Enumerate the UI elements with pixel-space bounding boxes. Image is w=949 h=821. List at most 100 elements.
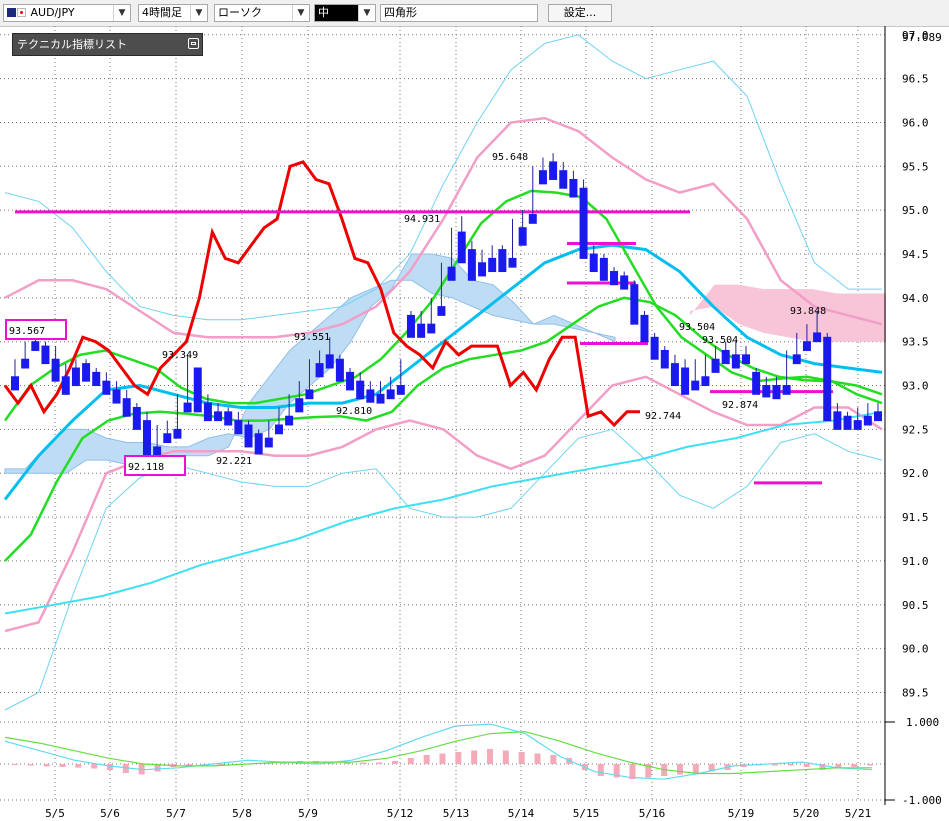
chevron-down-icon[interactable]: ▼	[113, 5, 130, 21]
candle-down	[203, 402, 212, 422]
y-tick-label: 92.0	[902, 467, 929, 480]
symbol-select[interactable]: AUD/JPY ▼	[3, 4, 131, 22]
candle-down	[843, 415, 852, 430]
price-label: 92.874	[722, 400, 758, 411]
candle-down	[498, 249, 507, 273]
candle-down	[579, 187, 588, 259]
y-tick-label: 95.5	[902, 160, 929, 173]
y-tick-label: 92.5	[902, 423, 929, 436]
timeframe-select[interactable]: 4時間足 ▼	[138, 4, 208, 22]
price-label: 93.848	[790, 306, 826, 317]
indicator-lines	[3, 160, 883, 615]
y-tick-label: 93.0	[902, 380, 929, 393]
candle-down	[630, 284, 639, 325]
macd-histogram-bar	[534, 753, 541, 764]
x-tick-label: 5/8	[232, 807, 252, 820]
x-tick-label: 5/19	[728, 807, 755, 820]
price-labels: 93.567 93.349 92.118 92.221 93.551 92.810 94.9…	[5, 152, 826, 476]
candle-down	[792, 354, 801, 365]
y-tick-label: 94.0	[902, 292, 929, 305]
macd-histogram-bar	[803, 764, 810, 767]
shape-select[interactable]: 四角形	[380, 4, 538, 22]
candle-down	[538, 170, 547, 185]
candle-down	[427, 323, 436, 334]
candle-down	[752, 371, 761, 395]
macd-histogram-bar	[107, 764, 113, 770]
candle-down	[61, 376, 70, 395]
price-label: 92.810	[336, 406, 372, 417]
x-tick-label: 5/13	[443, 807, 470, 820]
line-width-select[interactable]: 中 ▼	[314, 4, 376, 22]
chart-style-select[interactable]: ローソク ▼	[214, 4, 310, 22]
line-width-label: 中	[318, 6, 329, 19]
candle-down	[183, 402, 192, 413]
timeframe-label: 4時間足	[142, 6, 182, 19]
candle-down	[386, 389, 395, 400]
price-label: 94.931	[404, 214, 440, 225]
candle-down	[488, 257, 497, 273]
macd-histogram-bar	[471, 750, 478, 764]
y-tick-label: 90.5	[902, 599, 929, 612]
macd-histogram-bar	[677, 764, 683, 775]
candle-down	[11, 376, 19, 391]
x-tick-label: 5/20	[793, 807, 820, 820]
chevron-down-icon[interactable]: ▼	[292, 5, 309, 21]
candle-down	[731, 354, 740, 369]
shape-label: 四角形	[384, 6, 417, 19]
candle-down	[437, 306, 446, 316]
candle-down	[853, 420, 862, 430]
macd-histogram-bar	[376, 762, 383, 764]
candle-down	[762, 385, 771, 398]
macd-panel: 1.000 -1.000	[0, 716, 942, 807]
indicator-list-panel[interactable]: テクニカル指標リスト	[12, 33, 203, 56]
candle-down	[782, 385, 791, 395]
y-tick-label: 94.5	[902, 248, 929, 261]
macd-histogram-bar	[455, 752, 462, 764]
candle-down	[701, 376, 710, 387]
macd-histogram-bar	[407, 758, 414, 764]
y-tick-label: 89.5	[902, 686, 929, 699]
macd-histogram-bar	[550, 755, 557, 764]
candle-down	[193, 367, 202, 413]
minimize-icon[interactable]	[188, 38, 199, 49]
chevron-down-icon[interactable]: ▼	[358, 5, 375, 21]
x-tick-label: 5/6	[100, 807, 120, 820]
candle-down	[366, 389, 375, 403]
price-label: 93.349	[162, 350, 198, 361]
y-tick-label: 93.5	[902, 336, 929, 349]
macd-histogram-bar	[360, 762, 367, 764]
chevron-down-icon[interactable]: ▼	[190, 5, 207, 21]
y-tick-label: 91.0	[902, 555, 929, 568]
macd-histogram-bar	[851, 764, 858, 767]
macd-histogram-bar	[91, 764, 98, 769]
candle-down	[234, 420, 243, 435]
price-label: 95.648	[492, 152, 528, 163]
macd-histogram-bar	[59, 764, 66, 767]
macd-histogram-bar	[518, 752, 525, 764]
macd-histogram-bar	[186, 764, 193, 766]
australia-flag-icon	[7, 8, 16, 17]
candle-down	[569, 178, 578, 198]
candle-down	[457, 231, 466, 264]
price-label: 93.551	[294, 332, 330, 343]
price-label: 93.504	[702, 335, 738, 346]
candle-down	[589, 253, 598, 273]
candle-down	[478, 262, 487, 277]
macd-signal-line	[4, 731, 872, 775]
settings-button[interactable]: 設定...	[548, 4, 612, 22]
macd-y-tick: 1.000	[906, 716, 939, 729]
candle-down	[518, 227, 527, 246]
ichimoku-cloud	[4, 253, 886, 474]
candle-down	[691, 380, 700, 391]
candle-down	[112, 389, 121, 404]
candle-down	[599, 257, 608, 281]
candle-down	[660, 349, 669, 369]
toolbar: AUD/JPY ▼ 4時間足 ▼ ローソク ▼ 中 ▼ 四角形 設定...	[0, 0, 949, 27]
candle-down	[31, 341, 40, 351]
candle-down	[41, 345, 50, 365]
candle-down	[406, 314, 415, 338]
candle-down	[874, 411, 882, 422]
indicator-list-title: テクニカル指標リスト	[17, 38, 127, 51]
macd-histogram-bar	[27, 764, 34, 766]
x-tick-label: 5/5	[45, 807, 65, 820]
